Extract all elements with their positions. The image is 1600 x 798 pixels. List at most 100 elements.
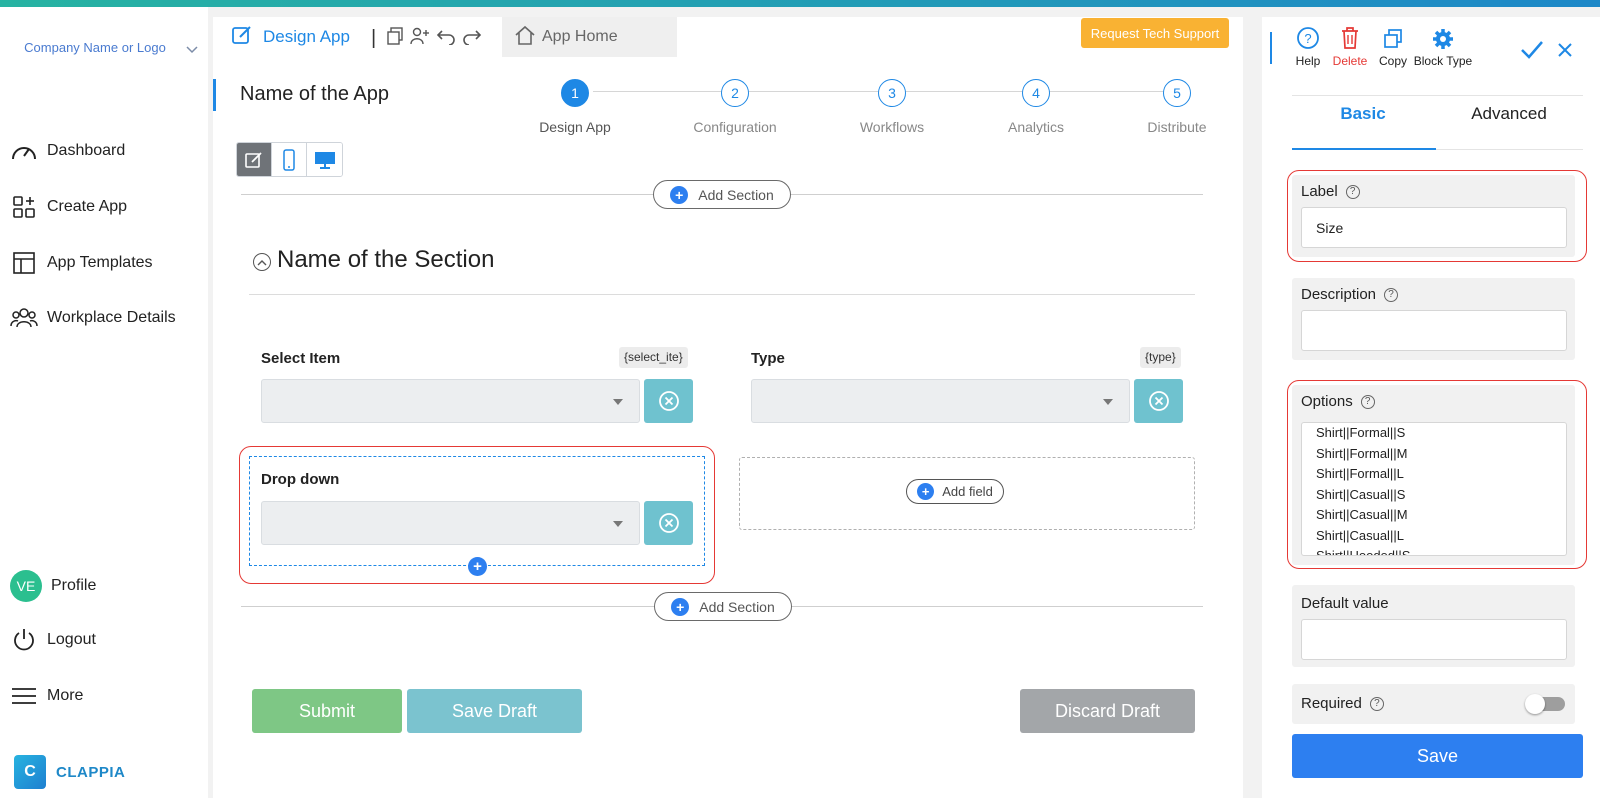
default-value-property: Default value <box>1292 585 1575 667</box>
plus-icon: + <box>670 185 689 204</box>
tab-basic[interactable]: Basic <box>1292 104 1434 124</box>
users-group-icon <box>10 304 38 332</box>
chevron-up-icon[interactable] <box>253 253 271 271</box>
save-button[interactable]: Save <box>1292 734 1583 778</box>
tool-label: Copy <box>1378 54 1407 68</box>
help-circle-icon[interactable]: ? <box>1369 696 1384 711</box>
active-tab-underline <box>1292 148 1436 150</box>
add-section-button[interactable]: + Add Section <box>654 592 792 621</box>
sidebar-item-logout[interactable]: Logout <box>10 625 96 655</box>
save-draft-button[interactable]: Save Draft <box>407 689 582 733</box>
undo-icon[interactable] <box>436 27 456 50</box>
plus-icon: + <box>917 483 935 500</box>
clear-button[interactable] <box>644 379 693 423</box>
copy-icon[interactable] <box>386 27 404 50</box>
tool-label: Help <box>1295 54 1321 68</box>
field-label: Type <box>751 350 785 367</box>
clear-button[interactable] <box>1134 379 1183 423</box>
close-circle-icon <box>658 391 679 411</box>
grid-plus-icon <box>10 193 38 221</box>
step-distribute[interactable]: 5 Distribute <box>1117 79 1237 135</box>
app-toolbar: | <box>371 27 482 50</box>
step-workflows[interactable]: 3 Workflows <box>832 79 952 135</box>
section-title-text: Name of the Section <box>277 246 495 273</box>
tab-advanced[interactable]: Advanced <box>1438 104 1580 124</box>
option-line: Shirt||Formal||M <box>1316 445 1408 461</box>
brand: C CLAPPIA <box>14 755 125 789</box>
edit-view-button[interactable] <box>237 143 272 176</box>
property-label: Default value <box>1301 595 1389 612</box>
type-dropdown[interactable] <box>751 379 1130 423</box>
step-number: 2 <box>721 79 749 107</box>
button-label: Add Section <box>699 598 775 615</box>
sidebar-item-more[interactable]: More <box>10 681 83 711</box>
company-name[interactable]: Company Name or Logo <box>20 37 170 59</box>
button-label: Add field <box>942 484 993 499</box>
section-title[interactable]: Name of the Section <box>253 246 494 274</box>
field-label: Select Item <box>261 350 341 367</box>
add-field-below-button[interactable]: + <box>468 557 487 576</box>
options-property: Options? Shirt||Formal||S Shirt||Formal|… <box>1292 385 1575 565</box>
step-design-app[interactable]: 1 Design App <box>515 79 635 135</box>
sidebar-item-profile[interactable]: VE Profile <box>10 569 96 603</box>
gear-icon <box>1411 22 1475 50</box>
default-value-input[interactable] <box>1301 619 1567 660</box>
svg-text:?: ? <box>1304 31 1311 46</box>
help-icon: ? <box>1292 22 1324 50</box>
caret-down-icon <box>1103 399 1113 405</box>
tab-app-home[interactable]: App Home <box>502 17 677 57</box>
delete-tool[interactable]: Delete <box>1330 22 1370 68</box>
sidebar-item-create-app[interactable]: Create App <box>10 192 127 222</box>
plus-icon: + <box>671 597 690 616</box>
chevron-down-icon[interactable] <box>186 43 198 57</box>
property-label: Options? <box>1301 393 1375 410</box>
label-input[interactable]: Size <box>1301 207 1567 248</box>
help-circle-icon[interactable]: ? <box>1345 184 1360 199</box>
active-indicator <box>213 79 216 111</box>
help-circle-icon[interactable]: ? <box>1384 287 1399 302</box>
app-name[interactable]: Name of the App <box>240 83 389 106</box>
step-configuration[interactable]: 2 Configuration <box>675 79 795 135</box>
options-textarea[interactable]: Shirt||Formal||S Shirt||Formal||M Shirt|… <box>1301 422 1567 556</box>
mobile-view-button[interactable] <box>272 143 307 176</box>
close-icon[interactable] <box>1557 42 1573 63</box>
select-item-dropdown[interactable] <box>261 379 640 423</box>
divider <box>1292 95 1583 96</box>
tool-label: Delete <box>1332 54 1368 68</box>
required-toggle[interactable] <box>1525 694 1565 714</box>
discard-draft-button[interactable]: Discard Draft <box>1020 689 1195 733</box>
redo-icon[interactable] <box>462 27 482 50</box>
mobile-icon <box>283 148 295 171</box>
step-analytics[interactable]: 4 Analytics <box>976 79 1096 135</box>
sidebar: Company Name or Logo Dashboard Create Ap… <box>0 7 208 798</box>
drop-down-field[interactable] <box>261 501 640 545</box>
help-circle-icon[interactable]: ? <box>1360 394 1375 409</box>
description-property: Description? <box>1292 278 1575 360</box>
add-user-icon[interactable] <box>410 27 430 50</box>
description-input[interactable] <box>1301 310 1567 351</box>
property-label: Label? <box>1301 183 1360 200</box>
option-line: Shirt||Hooded||S <box>1316 548 1411 556</box>
variable-badge: {select_ite} <box>619 347 688 368</box>
block-type-tool[interactable]: Block Type <box>1411 22 1475 68</box>
menu-icon <box>10 682 38 710</box>
desktop-icon <box>314 151 335 169</box>
help-tool[interactable]: ? Help <box>1292 22 1324 68</box>
top-gradient-bar <box>0 0 1600 7</box>
close-circle-icon <box>658 513 679 533</box>
confirm-check-icon[interactable] <box>1520 40 1544 65</box>
step-label: Distribute <box>1147 119 1207 135</box>
sidebar-item-app-templates[interactable]: App Templates <box>10 248 153 278</box>
add-field-button[interactable]: + Add field <box>906 479 1004 504</box>
desktop-view-button[interactable] <box>307 143 342 176</box>
sidebar-item-dashboard[interactable]: Dashboard <box>10 136 125 166</box>
sidebar-item-workplace-details[interactable]: Workplace Details <box>10 303 176 333</box>
request-tech-support-button[interactable]: Request Tech Support <box>1081 18 1229 48</box>
add-section-button[interactable]: + Add Section <box>653 180 791 209</box>
submit-button[interactable]: Submit <box>252 689 402 733</box>
step-label: Configuration <box>693 119 777 135</box>
copy-tool[interactable]: Copy <box>1377 22 1409 68</box>
clear-button[interactable] <box>644 501 693 545</box>
sidebar-item-label: More <box>47 687 84 704</box>
option-line: Shirt||Formal||L <box>1316 466 1404 481</box>
